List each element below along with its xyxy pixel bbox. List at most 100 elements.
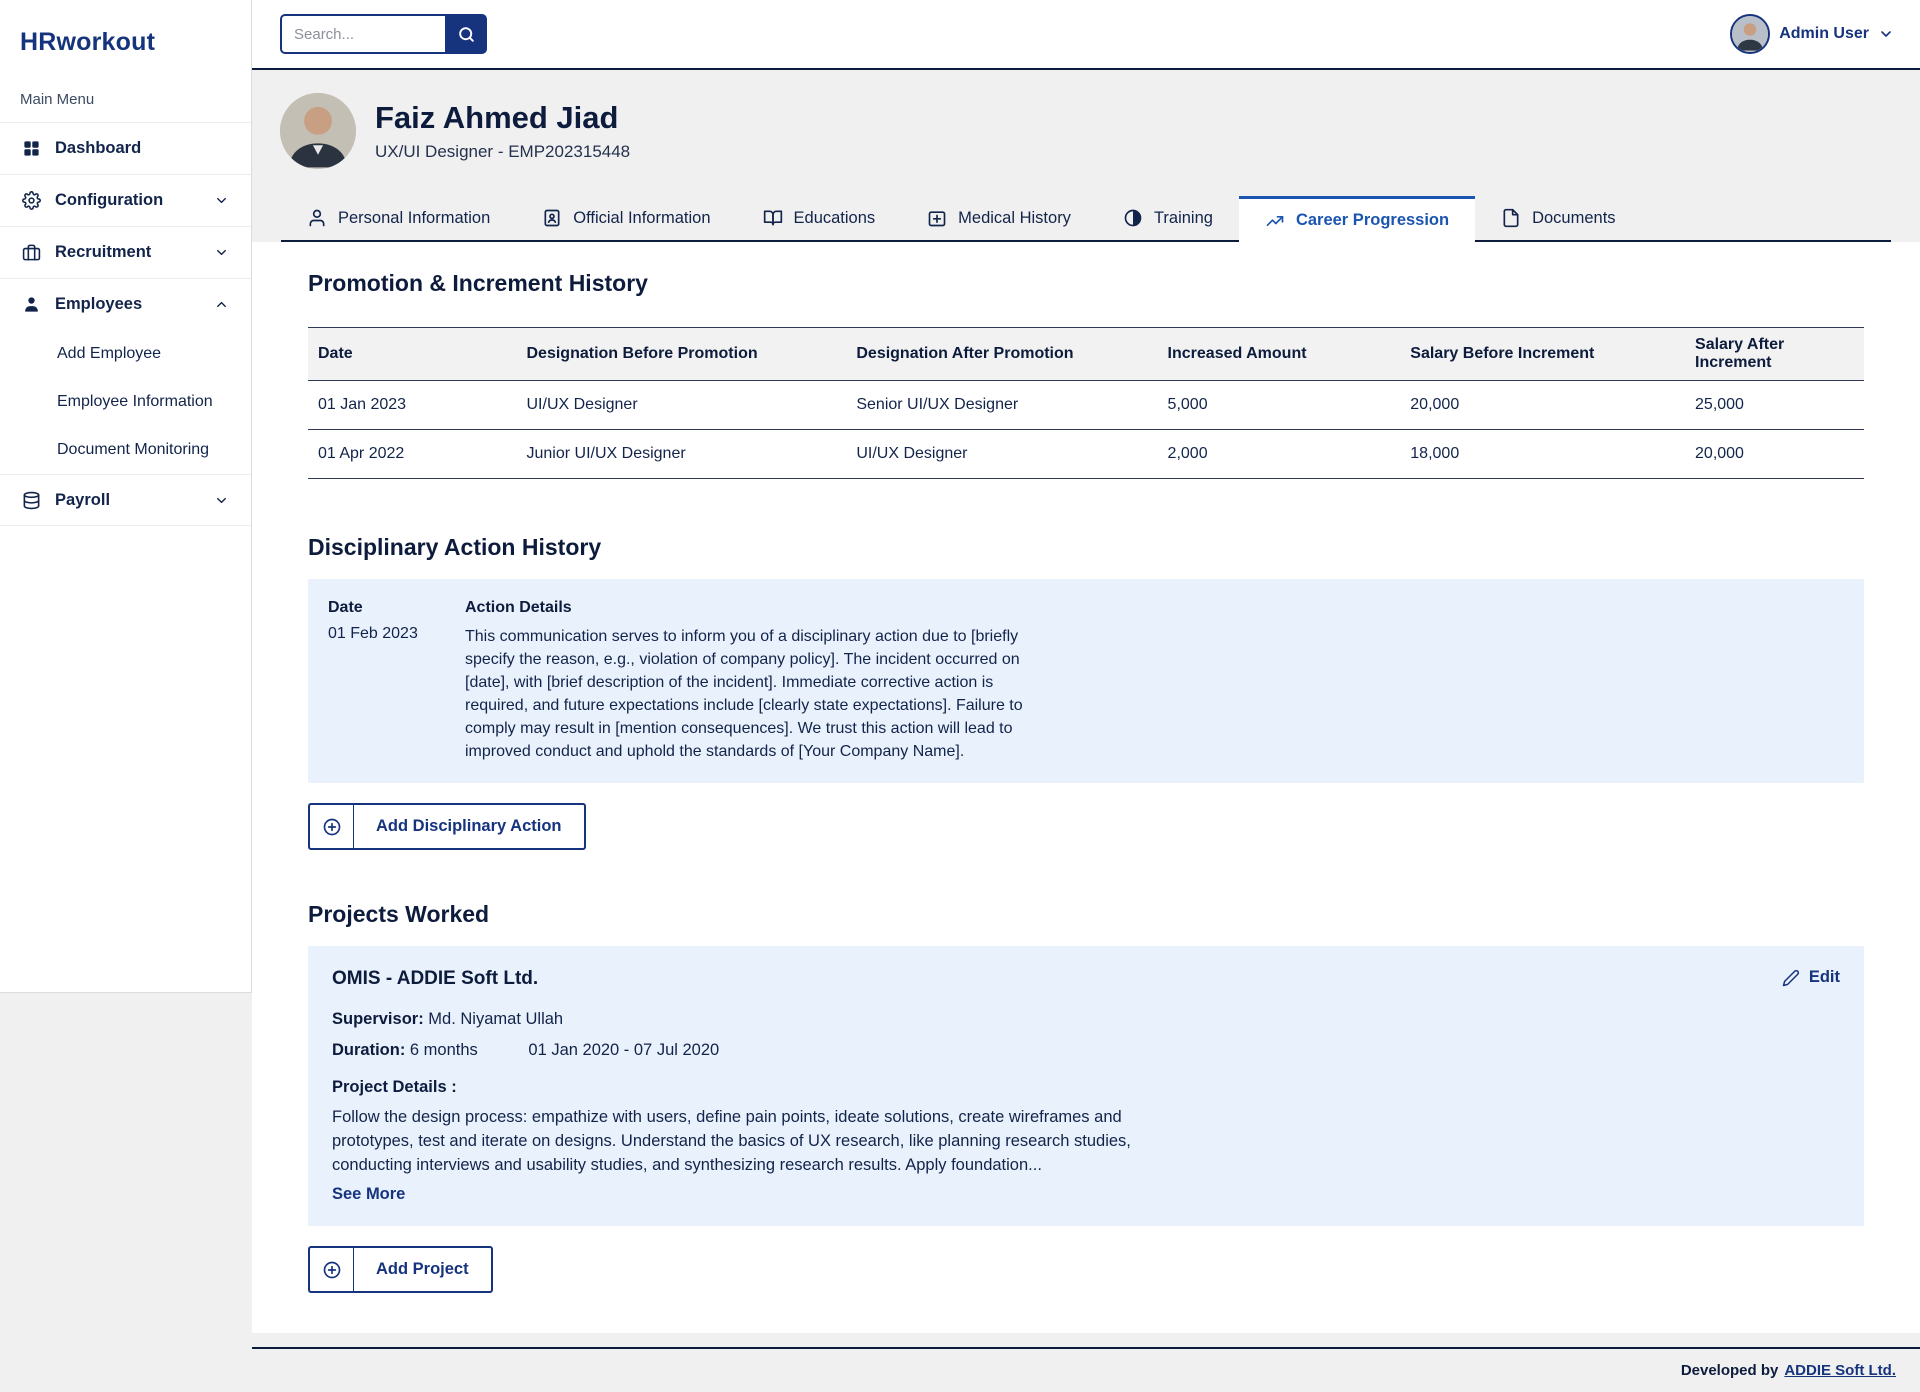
- brand-logo[interactable]: HRworkout: [0, 0, 251, 57]
- tab-official-information[interactable]: Official Information: [516, 196, 736, 240]
- project-details-label: Project Details :: [332, 1078, 1840, 1097]
- cell-increased-amount: 5,000: [1158, 381, 1401, 430]
- pencil-icon: [1782, 969, 1800, 987]
- tab-educations[interactable]: Educations: [737, 196, 902, 240]
- add-disciplinary-action-button[interactable]: Add Disciplinary Action: [308, 803, 586, 850]
- tab-label: Medical History: [958, 209, 1071, 228]
- search-button[interactable]: [445, 14, 487, 54]
- table-row: 01 Jan 2023 UI/UX Designer Senior UI/UX …: [308, 381, 1864, 430]
- add-disciplinary-action-label: Add Disciplinary Action: [354, 805, 584, 848]
- search-input[interactable]: [280, 14, 445, 54]
- column-header: Salary After Increment: [1685, 328, 1864, 381]
- disciplinary-section: Disciplinary Action History Date Action …: [308, 534, 1864, 850]
- cell-date: 01 Jan 2023: [308, 381, 517, 430]
- edit-project-button[interactable]: Edit: [1782, 968, 1840, 987]
- sidebar-item-recruitment[interactable]: Recruitment: [0, 226, 251, 278]
- sidebar-item-payroll[interactable]: Payroll: [0, 474, 251, 526]
- chevron-down-icon: [1878, 26, 1894, 42]
- payroll-coins-icon: [22, 491, 41, 510]
- sidebar-item-label: Dashboard: [55, 139, 141, 158]
- chevron-down-icon: [214, 245, 229, 260]
- disciplinary-panel: Date Action Details 01 Feb 2023 This com…: [308, 579, 1864, 783]
- profile-tabs: Personal Information Official Informatio…: [281, 196, 1891, 242]
- profile-header-text: Faiz Ahmed Jiad UX/UI Designer - EMP2023…: [375, 100, 630, 162]
- sidebar-subitem-employee-information[interactable]: Employee Information: [0, 378, 251, 426]
- tab-label: Official Information: [573, 209, 710, 228]
- cell-designation-before: UI/UX Designer: [517, 381, 847, 430]
- tab-personal-information[interactable]: Personal Information: [281, 196, 516, 240]
- medical-cross-icon: [927, 208, 947, 228]
- employee-name: Faiz Ahmed Jiad: [375, 100, 630, 136]
- project-card: OMIS - ADDIE Soft Ltd. Edit Supervisor: …: [308, 946, 1864, 1226]
- tab-label: Training: [1154, 209, 1213, 228]
- cell-salary-after: 25,000: [1685, 381, 1864, 430]
- search-icon: [457, 25, 476, 44]
- footer-link[interactable]: ADDIE Soft Ltd.: [1784, 1362, 1896, 1379]
- cell-designation-after: UI/UX Designer: [846, 430, 1157, 479]
- supervisor-label: Supervisor:: [332, 1010, 424, 1028]
- tab-medical-history[interactable]: Medical History: [901, 196, 1097, 240]
- disciplinary-details-header: Action Details: [465, 599, 1844, 617]
- sidebar-item-label: Payroll: [55, 491, 110, 510]
- promotion-table-header-row: Date Designation Before Promotion Design…: [308, 328, 1864, 381]
- topbar-actions: Admin User: [1574, 14, 1920, 54]
- sidebar-menu-bottom: Payroll: [0, 474, 251, 526]
- page-footer: Developed by ADDIE Soft Ltd.: [252, 1347, 1920, 1392]
- column-header: Date: [308, 328, 517, 381]
- project-details-text: Follow the design process: empathize wit…: [332, 1105, 1132, 1177]
- sidebar-item-label: Recruitment: [55, 243, 151, 262]
- promotion-section-title: Promotion & Increment History: [308, 270, 1864, 297]
- profile-header: Faiz Ahmed Jiad UX/UI Designer - EMP2023…: [252, 70, 1920, 169]
- person-icon: [307, 208, 327, 228]
- sidebar-subitem-add-employee[interactable]: Add Employee: [0, 330, 251, 378]
- briefcase-icon: [22, 243, 41, 262]
- duration-value: 6 months: [410, 1041, 478, 1059]
- chevron-down-icon: [214, 193, 229, 208]
- column-header: Designation After Promotion: [846, 328, 1157, 381]
- project-card-header: OMIS - ADDIE Soft Ltd. Edit: [332, 968, 1840, 990]
- sidebar-item-dashboard[interactable]: Dashboard: [0, 122, 251, 174]
- cell-designation-before: Junior UI/UX Designer: [517, 430, 847, 479]
- sidebar-item-label: Configuration: [55, 191, 163, 210]
- sidebar: HRworkout Main Menu Dashboard Configurat…: [0, 0, 252, 993]
- search-bar: [280, 14, 487, 54]
- cell-designation-after: Senior UI/UX Designer: [846, 381, 1157, 430]
- tab-documents[interactable]: Documents: [1475, 196, 1641, 240]
- see-more-link[interactable]: See More: [332, 1185, 405, 1204]
- employee-subtitle: UX/UI Designer - EMP202315448: [375, 142, 630, 162]
- project-date-range: 01 Jan 2020 - 07 Jul 2020: [528, 1041, 719, 1059]
- plus-circle-icon: [310, 805, 354, 848]
- projects-section-title: Projects Worked: [308, 901, 1864, 928]
- project-duration-line: Duration: 6 months 01 Jan 2020 - 07 Jul …: [332, 1041, 1840, 1060]
- id-badge-icon: [542, 208, 562, 228]
- project-name: OMIS - ADDIE Soft Ltd.: [332, 968, 538, 990]
- add-project-button[interactable]: Add Project: [308, 1246, 493, 1293]
- tab-training[interactable]: Training: [1097, 196, 1239, 240]
- tab-career-progression[interactable]: Career Progression: [1239, 196, 1475, 242]
- chevron-down-icon: [214, 493, 229, 508]
- disciplinary-date: 01 Feb 2023: [328, 625, 465, 763]
- supervisor-value: Md. Niyamat Ullah: [428, 1010, 563, 1028]
- tab-label: Educations: [794, 209, 876, 228]
- employees-submenu: Add Employee Employee Information Docume…: [0, 330, 251, 474]
- dashboard-icon: [22, 139, 41, 158]
- user-avatar: [1730, 14, 1770, 54]
- duration-label: Duration:: [332, 1041, 405, 1059]
- edit-label: Edit: [1809, 968, 1840, 987]
- project-supervisor-line: Supervisor: Md. Niyamat Ullah: [332, 1010, 1840, 1029]
- book-icon: [763, 208, 783, 228]
- main-content: Faiz Ahmed Jiad UX/UI Designer - EMP2023…: [252, 70, 1920, 1392]
- topbar: Admin User: [252, 0, 1920, 70]
- column-header: Salary Before Increment: [1400, 328, 1685, 381]
- column-header: Designation Before Promotion: [517, 328, 847, 381]
- user-menu[interactable]: Admin User: [1730, 14, 1894, 54]
- sidebar-subitem-document-monitoring[interactable]: Document Monitoring: [0, 426, 251, 474]
- cell-salary-after: 20,000: [1685, 430, 1864, 479]
- disciplinary-details: This communication serves to inform you …: [465, 625, 1050, 763]
- sidebar-item-employees[interactable]: Employees: [0, 278, 251, 330]
- cell-increased-amount: 2,000: [1158, 430, 1401, 479]
- sidebar-item-configuration[interactable]: Configuration: [0, 174, 251, 226]
- trending-up-icon: [1265, 211, 1285, 231]
- cell-date: 01 Apr 2022: [308, 430, 517, 479]
- plus-circle-icon: [310, 1248, 354, 1291]
